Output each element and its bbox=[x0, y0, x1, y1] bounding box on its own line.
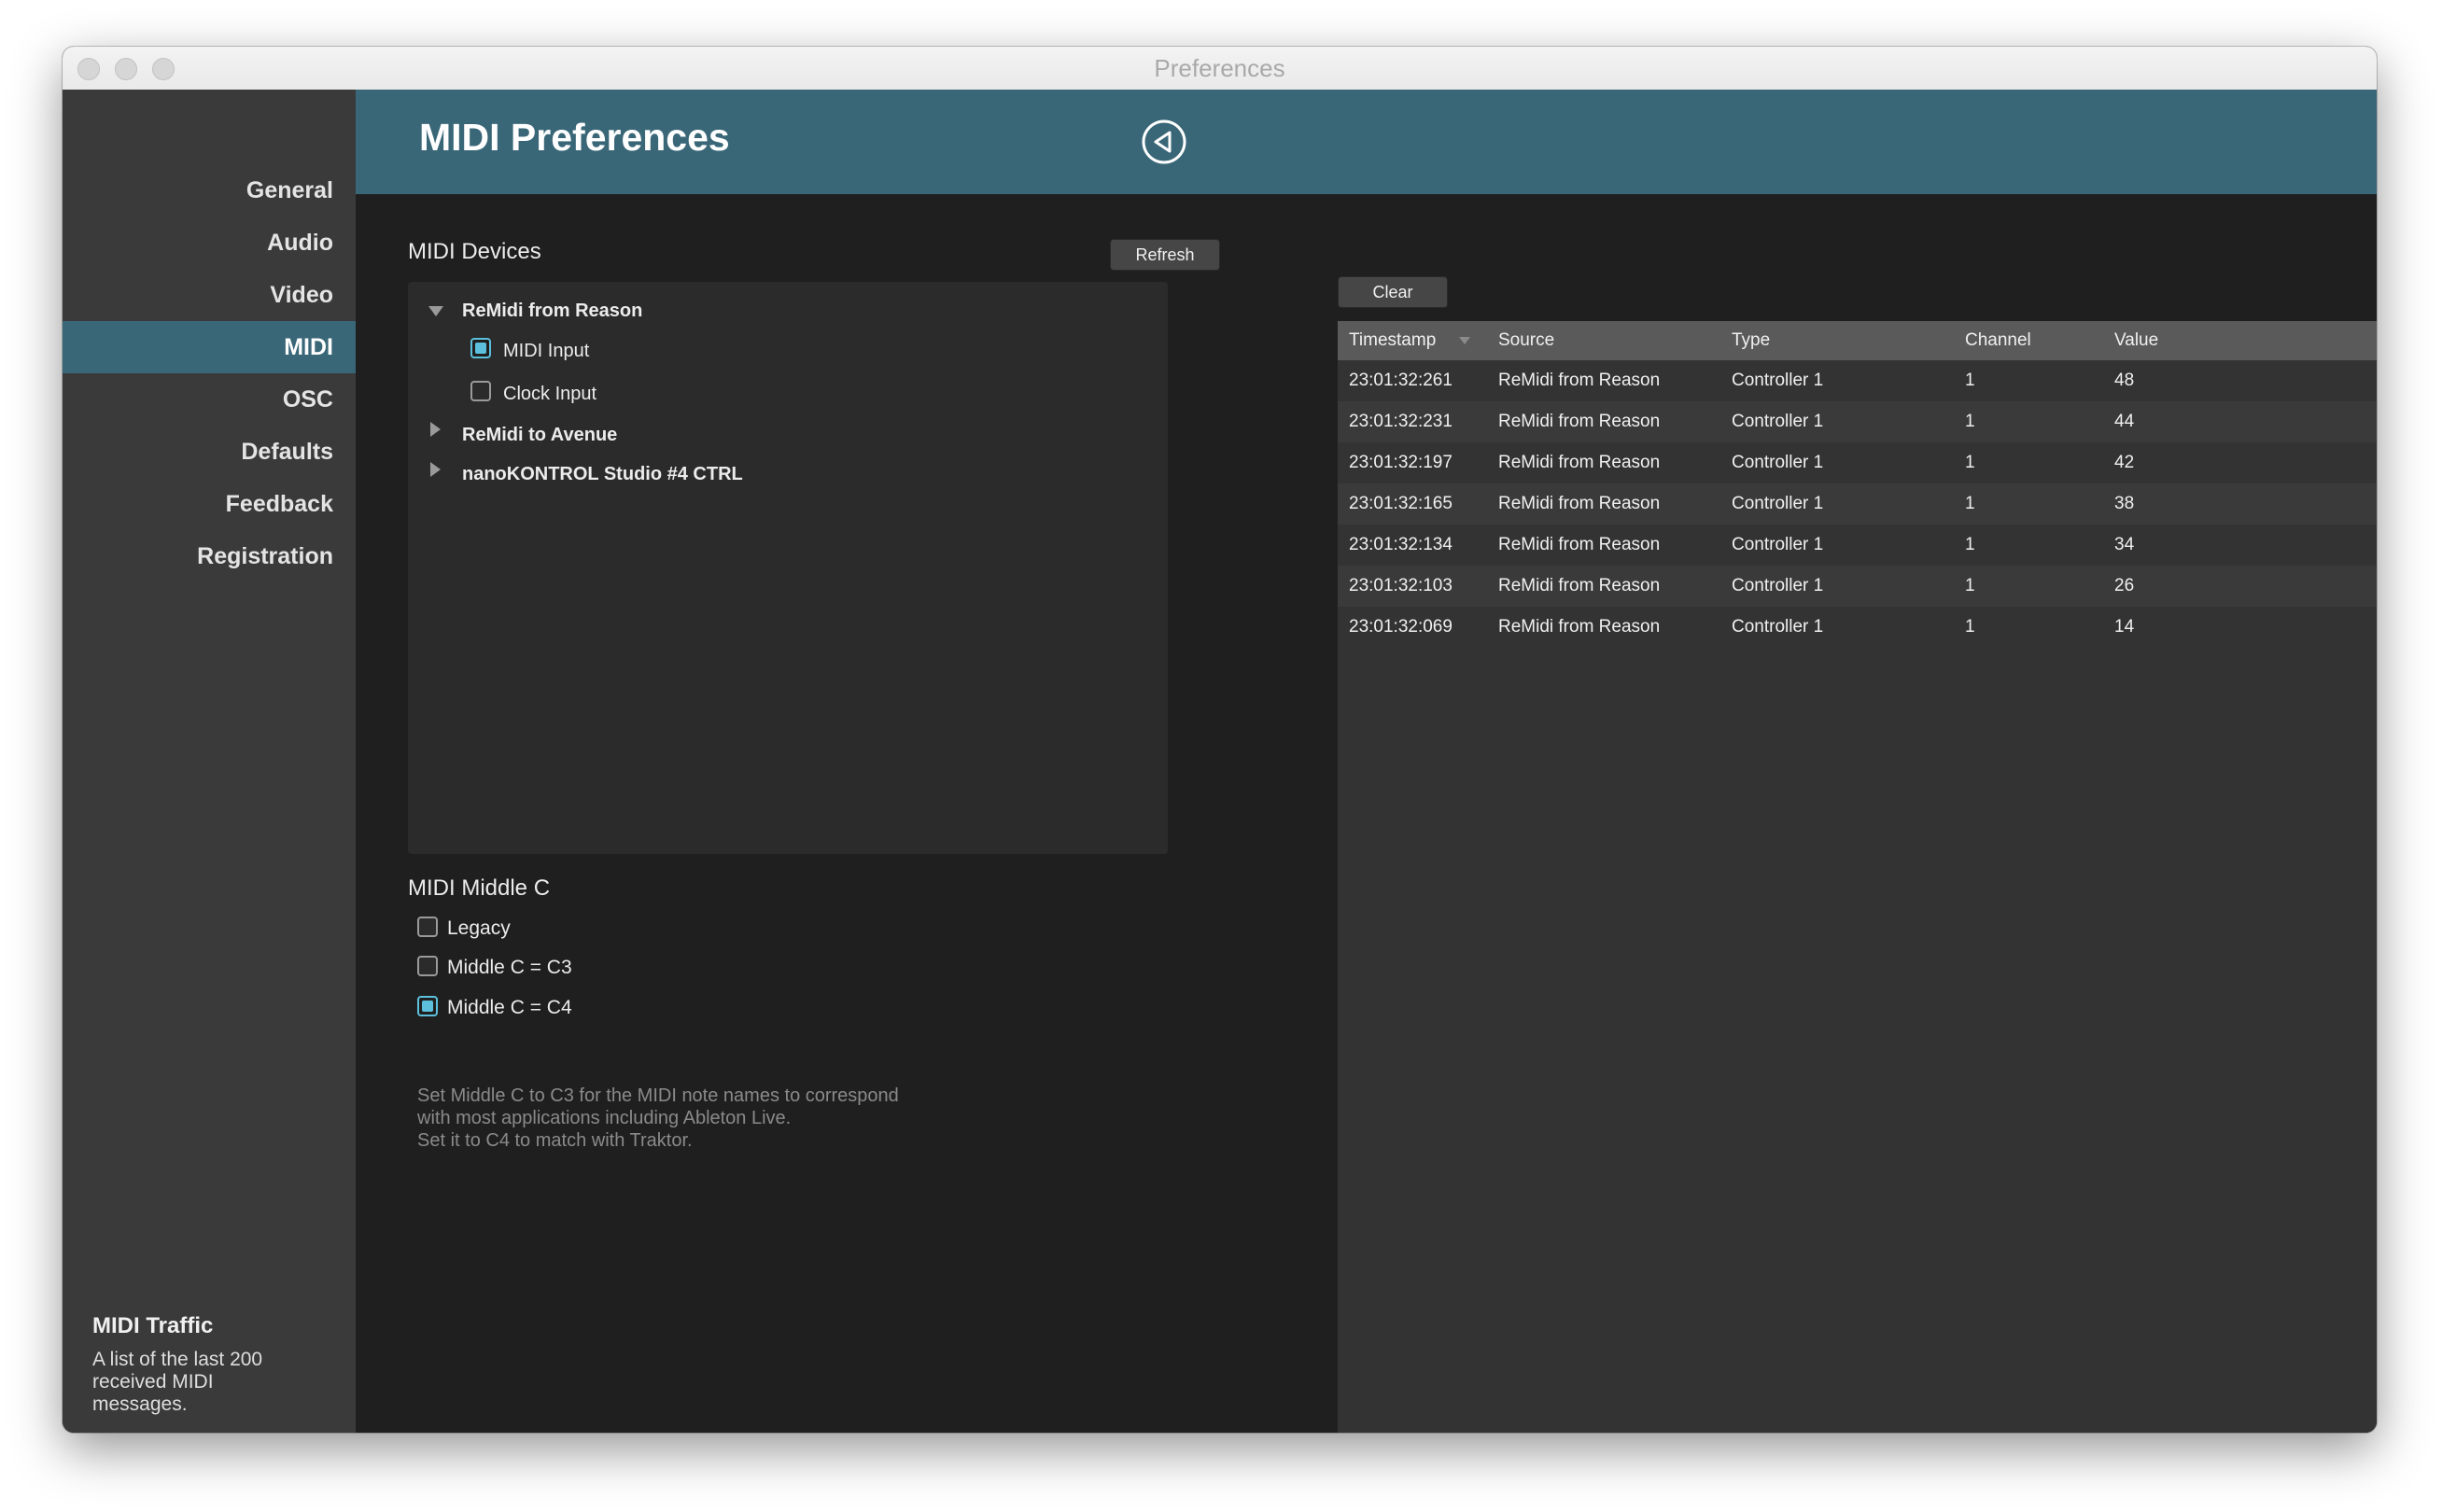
device-remidi-to-avenue[interactable]: ReMidi to Avenue bbox=[462, 425, 617, 446]
source-cell: ReMidi from Reason bbox=[1498, 535, 1661, 554]
window-title: Preferences bbox=[1154, 54, 1285, 82]
middle-c-c4-checkbox[interactable] bbox=[417, 996, 438, 1016]
timestamp-cell: 23:01:32:231 bbox=[1349, 412, 1453, 431]
help-title: MIDI Traffic bbox=[92, 1313, 214, 1338]
clock-input-label: Clock Input bbox=[503, 384, 597, 404]
middle-c-hint: Set Middle C to C3 for the MIDI note nam… bbox=[417, 1085, 899, 1151]
source-cell: ReMidi from Reason bbox=[1498, 617, 1661, 637]
middle-c-c3-label: Middle C = C3 bbox=[447, 957, 572, 978]
column-channel[interactable]: Channel bbox=[1965, 321, 2031, 360]
type-cell: Controller 1 bbox=[1732, 371, 1824, 390]
table-row[interactable]: 23:01:32:165 ReMidi from Reason Controller… bbox=[1338, 483, 2377, 525]
back-circle-icon[interactable] bbox=[1142, 119, 1186, 164]
sidebar-item-registration[interactable]: Registration bbox=[63, 530, 356, 582]
page-title: MIDI Preferences bbox=[419, 116, 730, 159]
value-cell: 48 bbox=[2114, 371, 2135, 390]
legacy-label: Legacy bbox=[447, 917, 511, 939]
title-bar: Preferences bbox=[63, 47, 2377, 91]
midi-traffic-table: Timestamp Source Type Channel Value 23:0… bbox=[1338, 321, 2377, 1433]
column-type[interactable]: Type bbox=[1732, 321, 1770, 360]
value-cell: 38 bbox=[2114, 494, 2135, 513]
legacy-checkbox[interactable] bbox=[417, 917, 438, 937]
type-cell: Controller 1 bbox=[1732, 617, 1824, 637]
sort-descending-icon bbox=[1459, 337, 1470, 344]
column-source[interactable]: Source bbox=[1498, 321, 1554, 360]
timestamp-cell: 23:01:32:069 bbox=[1349, 617, 1453, 637]
source-cell: ReMidi from Reason bbox=[1498, 453, 1661, 472]
type-cell: Controller 1 bbox=[1732, 576, 1824, 595]
sidebar-item-midi[interactable]: MIDI bbox=[63, 321, 356, 373]
table-row[interactable]: 23:01:32:069 ReMidi from Reason Controller… bbox=[1338, 607, 2377, 648]
expand-triangle-icon[interactable] bbox=[430, 462, 441, 477]
sidebar-item-feedback[interactable]: Feedback bbox=[63, 478, 356, 530]
channel-cell: 1 bbox=[1965, 453, 1975, 472]
sidebar-item-video[interactable]: Video bbox=[63, 269, 356, 321]
value-cell: 44 bbox=[2114, 412, 2135, 431]
sidebar-item-general[interactable]: General bbox=[63, 164, 356, 217]
channel-cell: 1 bbox=[1965, 494, 1975, 513]
sidebar-item-audio[interactable]: Audio bbox=[63, 217, 356, 269]
source-cell: ReMidi from Reason bbox=[1498, 576, 1661, 595]
channel-cell: 1 bbox=[1965, 617, 1975, 637]
column-timestamp[interactable]: Timestamp bbox=[1349, 321, 1436, 360]
channel-cell: 1 bbox=[1965, 576, 1975, 595]
middle-c-c3-checkbox[interactable] bbox=[417, 956, 438, 976]
sidebar: General Audio Video MIDI OSC Defaults Fe… bbox=[63, 90, 356, 1433]
type-cell: Controller 1 bbox=[1732, 494, 1824, 513]
source-cell: ReMidi from Reason bbox=[1498, 371, 1661, 390]
refresh-button[interactable]: Refresh bbox=[1110, 239, 1220, 271]
sidebar-item-defaults[interactable]: Defaults bbox=[63, 426, 356, 478]
timestamp-cell: 23:01:32:197 bbox=[1349, 453, 1453, 472]
collapse-triangle-icon[interactable] bbox=[428, 306, 443, 316]
table-row[interactable]: 23:01:32:261 ReMidi from Reason Controller… bbox=[1338, 360, 2377, 401]
table-row[interactable]: 23:01:32:134 ReMidi from Reason Controller… bbox=[1338, 525, 2377, 566]
midi-middle-c-label: MIDI Middle C bbox=[408, 875, 551, 901]
help-text: A list of the last 200 received MIDI mes… bbox=[92, 1349, 263, 1415]
timestamp-cell: 23:01:32:103 bbox=[1349, 576, 1453, 595]
clock-input-checkbox[interactable] bbox=[470, 381, 491, 401]
table-row[interactable]: 23:01:32:231 ReMidi from Reason Controller… bbox=[1338, 401, 2377, 442]
channel-cell: 1 bbox=[1965, 371, 1975, 390]
midi-devices-label: MIDI Devices bbox=[408, 239, 541, 264]
timestamp-cell: 23:01:32:165 bbox=[1349, 494, 1453, 513]
preferences-window: Preferences General Audio Video MIDI OSC… bbox=[63, 47, 2377, 1433]
middle-c-c4-label: Middle C = C4 bbox=[447, 997, 572, 1018]
value-cell: 42 bbox=[2114, 453, 2135, 472]
channel-cell: 1 bbox=[1965, 535, 1975, 554]
table-row[interactable]: 23:01:32:197 ReMidi from Reason Controller… bbox=[1338, 442, 2377, 483]
device-nanokontrol[interactable]: nanoKONTROL Studio #4 CTRL bbox=[462, 464, 743, 485]
source-cell: ReMidi from Reason bbox=[1498, 494, 1661, 513]
sidebar-item-osc[interactable]: OSC bbox=[63, 373, 356, 426]
timestamp-cell: 23:01:32:261 bbox=[1349, 371, 1453, 390]
page-header: MIDI Preferences bbox=[356, 90, 2377, 194]
device-tree: ReMidi from Reason MIDI Input Clock Inpu… bbox=[408, 282, 1168, 854]
midi-input-checkbox[interactable] bbox=[470, 338, 491, 358]
table-header: Timestamp Source Type Channel Value bbox=[1338, 321, 2377, 360]
main-content: MIDI Devices Refresh ReMidi from Reason … bbox=[356, 194, 2377, 1433]
source-cell: ReMidi from Reason bbox=[1498, 412, 1661, 431]
type-cell: Controller 1 bbox=[1732, 535, 1824, 554]
timestamp-cell: 23:01:32:134 bbox=[1349, 535, 1453, 554]
channel-cell: 1 bbox=[1965, 412, 1975, 431]
value-cell: 26 bbox=[2114, 576, 2135, 595]
midi-input-label: MIDI Input bbox=[503, 341, 590, 361]
column-value[interactable]: Value bbox=[2114, 321, 2158, 360]
table-row[interactable]: 23:01:32:103 ReMidi from Reason Controller… bbox=[1338, 566, 2377, 607]
clear-button[interactable]: Clear bbox=[1338, 276, 1448, 308]
value-cell: 34 bbox=[2114, 535, 2135, 554]
type-cell: Controller 1 bbox=[1732, 412, 1824, 431]
expand-triangle-icon[interactable] bbox=[430, 422, 441, 437]
device-remidi-from-reason[interactable]: ReMidi from Reason bbox=[462, 301, 642, 322]
value-cell: 14 bbox=[2114, 617, 2135, 637]
type-cell: Controller 1 bbox=[1732, 453, 1824, 472]
